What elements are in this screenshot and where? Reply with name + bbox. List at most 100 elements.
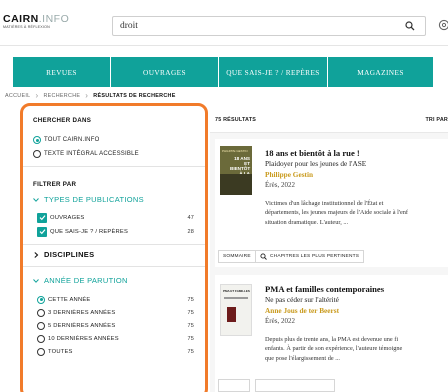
book-description: Depuis plus de trente ans, la PMA est de… [265,335,448,363]
radio-button[interactable] [37,295,45,304]
facet-count: 28 [187,228,194,235]
checkbox-checked-icon[interactable] [37,226,47,237]
divider [23,244,205,245]
cairn-logo[interactable]: CAIRN.INFO MATIÈRES À RÉFLEXION [3,13,69,29]
header: CAIRN.INFO MATIÈRES À RÉFLEXION droit [0,0,448,46]
checkbox-que-sais-je[interactable]: Que sais-je ? / Repères 28 [37,226,194,237]
book-title[interactable]: PMA et familles contemporaines [265,284,384,294]
radio-button[interactable] [33,150,41,158]
book-author[interactable]: Philippe Gestin [265,170,313,179]
cover-illustration [227,307,236,322]
result-card: PHILIPPE GESTIN 18 ANS ET BIENTÔT À LA R… [215,139,448,267]
radio-label: Tout Cairn.info [44,137,100,143]
book-description: Victimes d'un lâchage institutionnel de … [265,199,448,227]
facet-count: 75 [187,348,194,355]
facet-count: 47 [187,214,194,221]
radio-button[interactable] [33,136,41,144]
tab-revues[interactable]: Revues [13,57,110,87]
cover-rule [224,297,248,299]
search-value: droit [120,21,138,31]
facet-count: 75 [187,296,194,303]
radio-year-this[interactable]: Cette année 75 [37,294,194,305]
tab-magazines[interactable]: Magazines [328,57,433,87]
cover-author: PHILIPPE GESTIN [222,149,248,153]
results-header: 75 résultats Tri par [210,103,448,133]
divider [23,266,205,267]
radio-year-10[interactable]: 10 dernières années 75 [37,333,194,344]
radio-button[interactable] [37,308,45,317]
radio-button[interactable] [37,321,45,330]
disciplines-section-toggle[interactable]: Disciplines [33,250,94,259]
tab-ouvrages[interactable]: Ouvrages [111,57,218,87]
year-section-toggle[interactable]: Année de parution [33,276,128,285]
radio-label: Cette année [48,296,91,303]
tab-que-sais-je-label: Que sais-je ? / Repères [226,67,320,77]
radio-label: Toutes [48,348,73,355]
radio-year-all[interactable]: Toutes 75 [37,346,194,357]
book-publisher: Érès, 2022 [265,181,295,189]
radio-label: 10 dernières années [48,335,119,342]
breadcrumb-current: Résultats de recherche [93,93,176,99]
result-card: PMA ET FAMILLES PMA et familles contempo… [215,275,448,392]
logo-tagline: MATIÈRES À RÉFLEXION [3,25,50,29]
chapters-button-label: Chapitres les plus pertinents [270,254,360,259]
desc-line: Depuis plus de trente ans, la PMA est de… [265,336,399,343]
chapters-button[interactable]: Chapitres les plus pertinents [255,250,365,263]
search-icon[interactable] [405,21,415,31]
chevron-right-icon [34,251,39,258]
search-in-heading: Chercher dans [33,117,92,124]
summary-button[interactable] [218,379,250,392]
divider [23,166,205,167]
checkbox-checked-icon[interactable] [37,212,47,223]
book-subtitle: Plaidoyer pour les jeunes de l'ASE [265,159,367,168]
results-count: 75 résultats [215,117,257,123]
desc-line: situation dramatique. L'auteur, ... [265,218,349,226]
results-panel: 75 résultats Tri par PHILIPPE GESTIN 18 … [210,103,448,392]
logo-main-text: CAIRN [3,13,39,25]
settings-icon[interactable] [438,19,448,31]
chapters-button[interactable] [255,379,335,392]
search-icon [260,253,267,260]
sort-dropdown[interactable]: Tri par [425,117,448,123]
breadcrumb-home[interactable]: Accueil [5,93,30,99]
radio-year-5[interactable]: 5 dernières années 75 [37,320,194,331]
radio-label: Texte intégral accessible [44,151,139,157]
checkbox-label: Ouvrages [50,214,85,221]
desc-line: enfants. À partir de son expérience, l'a… [265,345,403,353]
desc-line: départements, les jeunes majeurs de l'Ai… [265,209,409,217]
year-section-label: Année de parution [44,276,128,285]
book-cover[interactable]: PHILIPPE GESTIN 18 ANS ET BIENTÔT À LA R… [220,146,252,195]
breadcrumb: Accueil › Recherche › Résultats de reche… [5,91,176,101]
book-publisher: Érès, 2022 [265,317,295,325]
radio-year-3[interactable]: 3 dernières années 75 [37,307,194,318]
chevron-right-icon: › [35,91,39,100]
book-title[interactable]: 18 ans et bientôt à la rue ! [265,148,360,158]
radio-button[interactable] [37,347,45,356]
desc-line: que pose l'élargissement de ... [265,354,340,362]
radio-label: 5 dernières années [48,322,116,329]
chevron-right-icon: › [85,91,89,100]
checkbox-ouvrages[interactable]: Ouvrages 47 [37,212,194,223]
cover-title: PMA ET FAMILLES [223,289,250,293]
main-nav: Revues Ouvrages Que sais-je ? / Repères … [0,46,448,87]
tab-que-sais-je[interactable]: Que sais-je ? / Repères [219,57,327,87]
summary-button[interactable]: Sommaire [218,250,256,263]
chevron-down-icon [33,197,39,202]
radio-button[interactable] [37,334,45,343]
book-cover[interactable]: PMA ET FAMILLES [220,284,252,336]
breadcrumb-search[interactable]: Recherche [43,93,80,99]
facet-count: 75 [187,322,194,329]
facet-count: 75 [187,309,194,316]
radio-all-cairn[interactable]: Tout Cairn.info [33,135,99,145]
filter-by-heading: Filtrer par [33,181,77,188]
checkbox-label: Que sais-je ? / Repères [50,228,129,235]
book-author[interactable]: Anne Jous de ter Beerst [265,306,339,315]
summary-button-label: Sommaire [223,254,251,259]
facet-count: 75 [187,335,194,342]
radio-full-text[interactable]: Texte intégral accessible [33,149,139,159]
cover-illustration [220,174,252,195]
chevron-down-icon [33,278,39,283]
search-input[interactable]: droit [112,16,426,36]
desc-line: Victimes d'un lâchage institutionnel de … [265,200,384,207]
types-section-toggle[interactable]: Types de publications [33,195,144,204]
